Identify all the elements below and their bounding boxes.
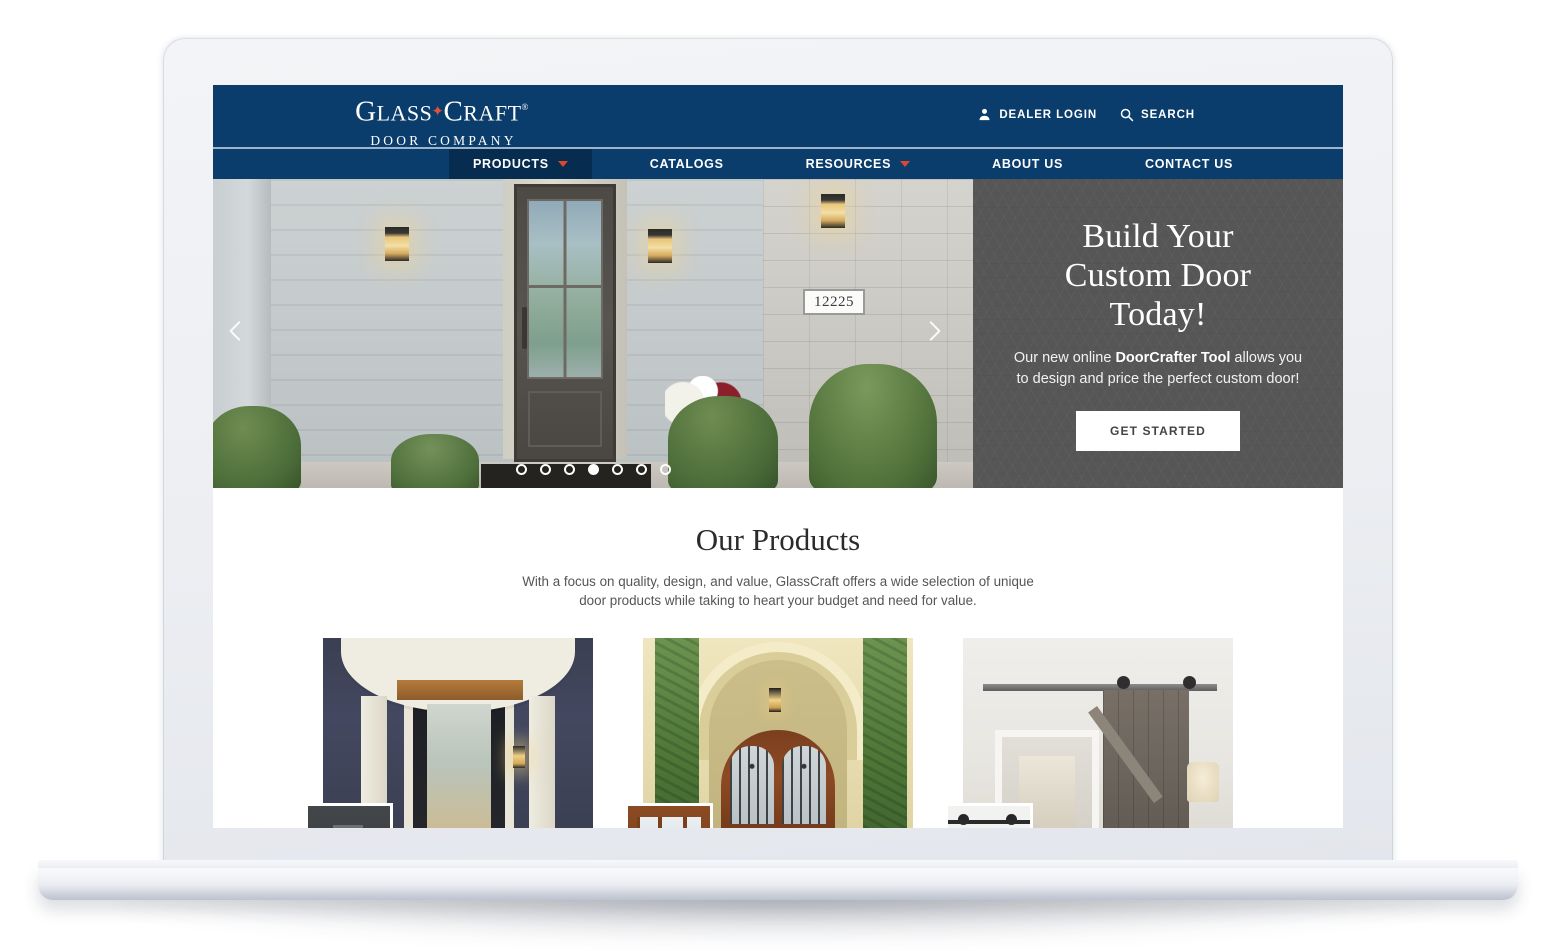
hero-photo-door-handle xyxy=(522,307,527,349)
logo-raft: RAFT xyxy=(463,100,522,126)
get-started-button[interactable]: GET STARTED xyxy=(1076,410,1240,451)
logo-lass: LASS xyxy=(376,100,433,126)
carousel-dot-1[interactable] xyxy=(515,464,527,475)
nav-item-contact-us[interactable]: CONTACT US xyxy=(1121,149,1257,179)
nav-item-resources[interactable]: RESOURCES xyxy=(782,149,934,179)
nav-item-catalogs[interactable]: CATALOGS xyxy=(626,149,748,179)
ivy-right xyxy=(863,638,907,828)
carousel-dot-6[interactable] xyxy=(635,464,647,475)
hero-subtitle: Our new online DoorCrafter Tool allows y… xyxy=(1009,348,1307,390)
carousel-dot-7[interactable] xyxy=(659,464,671,475)
nav-item-label: RESOURCES xyxy=(805,157,892,171)
chevron-down-icon xyxy=(557,161,568,167)
products-description: With a focus on quality, design, and val… xyxy=(522,574,1034,608)
registered-mark: ® xyxy=(521,102,529,112)
sliding-barn-door xyxy=(1103,690,1189,828)
hero-subtitle-pre: Our new online xyxy=(1013,349,1116,366)
carousel-next-button[interactable] xyxy=(917,317,951,351)
hero-subtitle-emphasis: DoorCrafter Tool xyxy=(1115,349,1231,366)
carousel-dot-2[interactable] xyxy=(539,464,551,475)
logo-g: G xyxy=(355,95,377,128)
porch-column-right xyxy=(529,696,555,828)
brand-logo[interactable]: GLASS✦CRAFT® DOOR COMPANY xyxy=(347,92,537,149)
nav-item-products[interactable]: PRODUCTS xyxy=(449,149,592,179)
product-card-wrought-iron-doors[interactable] xyxy=(625,638,913,828)
porch-beam xyxy=(397,680,523,700)
hero-photo-door-glass xyxy=(527,199,603,379)
carousel-dot-3[interactable] xyxy=(563,464,575,475)
product-card-thumbnail xyxy=(945,803,1033,828)
carousel-prev-button[interactable] xyxy=(219,317,253,351)
hero-photo-shrub xyxy=(213,406,301,488)
logo-c: C xyxy=(443,95,464,128)
search-link[interactable]: SEARCH xyxy=(1119,107,1195,122)
hero-photo-door-panel xyxy=(528,391,602,447)
product-card-thumbnail xyxy=(625,803,713,828)
floor-lamp xyxy=(1187,762,1219,802)
hero-photo-shrub xyxy=(391,434,479,488)
carousel-dot-5[interactable] xyxy=(611,464,623,475)
carousel-dot-4[interactable] xyxy=(587,464,599,475)
ivy-left xyxy=(655,638,699,828)
hero-title: Build Your Custom Door Today! xyxy=(1065,217,1251,334)
header-actions: DEALER LOGIN SEARCH xyxy=(977,107,1195,122)
laptop-base xyxy=(38,860,1518,900)
hero-photo-lantern-left xyxy=(385,227,409,261)
brand-logo-wordmark: GLASS✦CRAFT® xyxy=(347,92,537,132)
product-card-image xyxy=(643,638,913,828)
page-title: Our Products xyxy=(695,522,861,557)
site-header: GLASS✦CRAFT® DOOR COMPANY DEALER LOGIN S… xyxy=(213,85,1343,149)
entry-lantern xyxy=(769,688,781,712)
hero-slide-image: 12225 xyxy=(213,179,973,488)
star-icon: ✦ xyxy=(431,103,445,120)
nav-item-label: CONTACT US xyxy=(1145,157,1234,171)
dealer-login-link[interactable]: DEALER LOGIN xyxy=(977,107,1097,122)
hero-photo-lantern-right xyxy=(821,194,845,228)
hero-title-line-1: Build Your xyxy=(1082,217,1234,255)
carousel-pagination xyxy=(213,464,973,475)
person-icon xyxy=(977,107,992,122)
hero-title-line-3: Today! xyxy=(1109,295,1207,333)
nav-item-label: PRODUCTS xyxy=(473,157,549,171)
screenshot-stage: GLASS✦CRAFT® DOOR COMPANY DEALER LOGIN S… xyxy=(0,0,1556,951)
product-card-thumbnail xyxy=(305,803,393,828)
chevron-down-icon xyxy=(900,161,911,167)
main-navigation: PRODUCTS CATALOGS RESOURCES ABOUT US CON… xyxy=(213,149,1343,179)
chevron-right-icon xyxy=(921,318,947,349)
browser-viewport: GLASS✦CRAFT® DOOR COMPANY DEALER LOGIN S… xyxy=(213,85,1343,828)
brand-logo-tagline: DOOR COMPANY xyxy=(370,132,517,148)
hero-title-line-2: Custom Door xyxy=(1064,256,1252,294)
nav-item-label: CATALOGS xyxy=(649,157,724,171)
chevron-left-icon xyxy=(223,318,249,349)
product-card-image xyxy=(323,638,593,828)
product-card-grid xyxy=(213,638,1343,828)
porch-lantern xyxy=(513,746,525,768)
hero-photo-house-number: 12225 xyxy=(803,289,865,315)
nav-item-about-us[interactable]: ABOUT US xyxy=(968,149,1087,179)
product-card-image xyxy=(963,638,1233,828)
our-products-section: Our Products With a focus on quality, de… xyxy=(213,488,1343,828)
product-card-barn-doors[interactable] xyxy=(945,638,1233,828)
search-icon xyxy=(1119,107,1134,122)
hero-carousel: 12225 Build Your Custom Door Today! Our … xyxy=(213,179,1343,488)
nav-item-label: ABOUT US xyxy=(992,157,1064,171)
product-card-exterior-entry-doors[interactable] xyxy=(305,638,593,828)
hero-promo-panel: Build Your Custom Door Today! Our new on… xyxy=(973,179,1343,488)
dealer-login-label: DEALER LOGIN xyxy=(999,108,1098,121)
hero-photo-lantern-middle xyxy=(648,229,672,263)
search-label: SEARCH xyxy=(1141,108,1195,121)
